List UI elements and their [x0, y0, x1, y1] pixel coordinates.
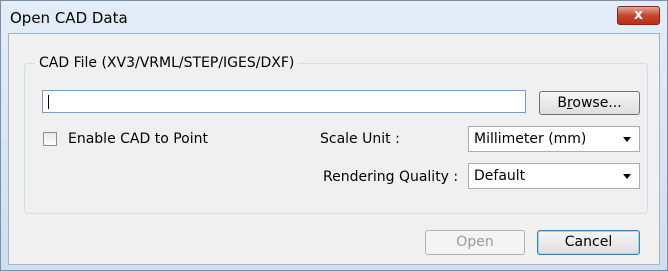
text-caret — [48, 95, 49, 109]
cad-file-path-input[interactable] — [42, 90, 526, 113]
rendering-quality-select[interactable]: Default — [468, 163, 640, 189]
scale-unit-value: Millimeter (mm) — [474, 131, 587, 147]
browse-label-start: B — [557, 95, 567, 111]
chevron-down-icon[interactable] — [623, 174, 631, 179]
cad-file-group-label: CAD File (XV3/VRML/STEP/IGES/DXF) — [35, 55, 299, 71]
enable-cad-to-point-checkbox[interactable] — [43, 132, 57, 146]
rendering-quality-value: Default — [474, 168, 526, 184]
rendering-quality-label: Rendering Quality : — [323, 169, 459, 185]
browse-label-end: owse... — [572, 95, 622, 111]
cancel-button[interactable]: Cancel — [537, 230, 640, 255]
browse-button[interactable]: Browse... — [539, 91, 640, 115]
title-bar[interactable]: Open CAD Data x — [1, 1, 667, 33]
open-cad-data-dialog: Open CAD Data x CAD File (XV3/VRML/STEP/… — [0, 0, 668, 271]
scale-unit-select[interactable]: Millimeter (mm) — [468, 126, 640, 152]
scale-unit-label: Scale Unit : — [320, 131, 400, 147]
chevron-down-icon[interactable] — [623, 137, 631, 142]
close-icon: x — [633, 7, 644, 23]
dialog-title: Open CAD Data — [10, 9, 128, 27]
open-button[interactable]: Open — [425, 230, 525, 255]
close-button[interactable]: x — [617, 6, 660, 25]
enable-cad-to-point-label[interactable]: Enable CAD to Point — [68, 131, 208, 147]
